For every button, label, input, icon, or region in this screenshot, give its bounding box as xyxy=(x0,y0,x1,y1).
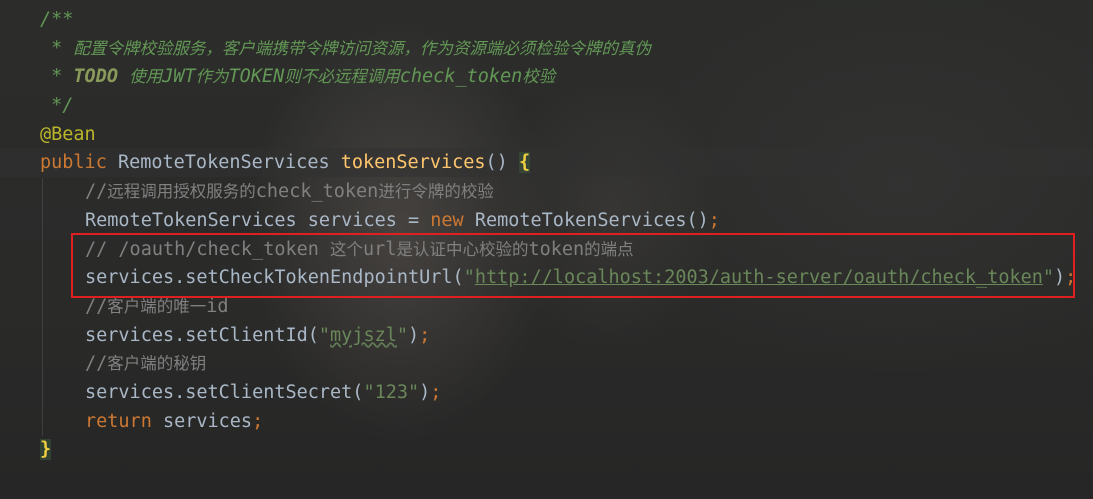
code-line[interactable]: services.setClientId("myjszl"); xyxy=(0,322,1093,351)
code-line[interactable]: * TODO 使用JWT作为TOKEN则不必远程调用check_token校验 xyxy=(0,63,1093,92)
latin-run: // xyxy=(85,353,108,375)
code-token-type: RemoteTokenServices() xyxy=(474,209,709,231)
code-token-string: "123" xyxy=(363,381,420,403)
code-token-punct: ) xyxy=(408,324,420,346)
code-line[interactable]: RemoteTokenServices services = new Remot… xyxy=(0,207,1093,236)
code-token-semi: ; xyxy=(708,209,720,231)
code-editor[interactable]: /** * 配置令牌校验服务，客户端携带令牌访问资源，作为资源端必须检验令牌的真… xyxy=(0,0,1093,499)
code-token-type: services xyxy=(162,410,253,432)
cjk-run: 校验 xyxy=(522,67,556,87)
code-token-method: tokenServices xyxy=(340,152,486,174)
code-line[interactable]: //远程调用授权服务的check_token进行令牌的校验 xyxy=(0,178,1093,207)
code-token-anno: @Bean xyxy=(40,123,96,145)
code-line[interactable]: return services; xyxy=(0,408,1093,437)
code-line[interactable]: @Bean xyxy=(0,121,1093,150)
latin-run: // xyxy=(85,181,108,203)
code-token-kw: return xyxy=(85,410,163,432)
code-line[interactable]: //客户端的秘钥 xyxy=(0,350,1093,379)
latin-run xyxy=(118,66,129,87)
cjk-run: 客户端的秘钥 xyxy=(107,354,207,374)
code-token-comment: * 配置令牌校验服务，客户端携带令牌访问资源，作为资源端必须检验令牌的真伪 xyxy=(40,38,651,59)
latin-run: id xyxy=(206,295,229,317)
code-line[interactable]: /** xyxy=(0,6,1093,35)
latin-run: TOKEN xyxy=(228,66,285,88)
code-line[interactable]: */ xyxy=(0,92,1093,121)
code-token-comment-kw: TODO xyxy=(73,66,118,88)
code-token-punct: () xyxy=(485,152,519,174)
code-token-semi: ; xyxy=(419,324,431,346)
latin-run: // xyxy=(85,295,108,317)
cjk-run: 进行令牌的校验 xyxy=(378,182,494,202)
code-token-semi: ; xyxy=(430,381,442,403)
code-token-gray: //远程调用授权服务的check_token进行令牌的校验 xyxy=(85,181,494,202)
code-token-comment: /** xyxy=(40,9,74,30)
code-line[interactable]: public RemoteTokenServices tokenServices… xyxy=(0,149,1093,178)
latin-run: * xyxy=(40,37,74,59)
cjk-run: 客户端的唯一 xyxy=(107,296,207,316)
red-annotation-box xyxy=(71,233,1075,298)
code-token-string: " xyxy=(318,324,331,346)
code-token-comment: 使用JWT作为TOKEN则不必远程调用check_token校验 xyxy=(118,66,555,87)
code-token-gray: //客户端的秘钥 xyxy=(85,353,206,374)
code-token-type: services.setClientId( xyxy=(85,324,319,346)
code-token-comment: */ xyxy=(40,95,74,117)
code-token-kw: public xyxy=(40,152,118,174)
code-token-type: services.setClientSecret( xyxy=(85,381,364,403)
cjk-run: 远程调用授权服务的 xyxy=(107,182,256,202)
code-token-type: RemoteTokenServices services = xyxy=(85,209,431,231)
code-token-type: RemoteTokenServices xyxy=(117,152,341,174)
code-token-brace-hl: { xyxy=(518,152,531,174)
code-token-gray: //客户端的唯一id xyxy=(85,296,229,317)
cjk-run: 使用 xyxy=(129,67,163,87)
cjk-run: 则不必远程调用 xyxy=(284,67,400,87)
code-token-string: " xyxy=(396,324,409,346)
code-line[interactable]: services.setClientSecret("123"); xyxy=(0,379,1093,408)
cjk-run: 作为 xyxy=(195,67,229,87)
code-token-comment: * xyxy=(40,66,74,88)
code-token-squiggle: myjszl xyxy=(330,324,397,346)
code-token-brace-hl: } xyxy=(40,439,52,461)
cjk-run: 配置令牌校验服务，客户端携带令牌访问资源，作为资源端必须检验令牌的真伪 xyxy=(73,38,651,58)
code-token-semi: ; xyxy=(252,410,264,432)
code-token-punct: ) xyxy=(419,381,431,403)
code-token-kw: new xyxy=(430,209,475,231)
latin-run: check_token xyxy=(255,181,379,203)
code-line[interactable]: * 配置令牌校验服务，客户端携带令牌访问资源，作为资源端必须检验令牌的真伪 xyxy=(0,35,1093,64)
code-line[interactable]: } xyxy=(0,436,1093,465)
latin-run: check_token xyxy=(399,66,523,88)
latin-run: JWT xyxy=(162,66,196,88)
